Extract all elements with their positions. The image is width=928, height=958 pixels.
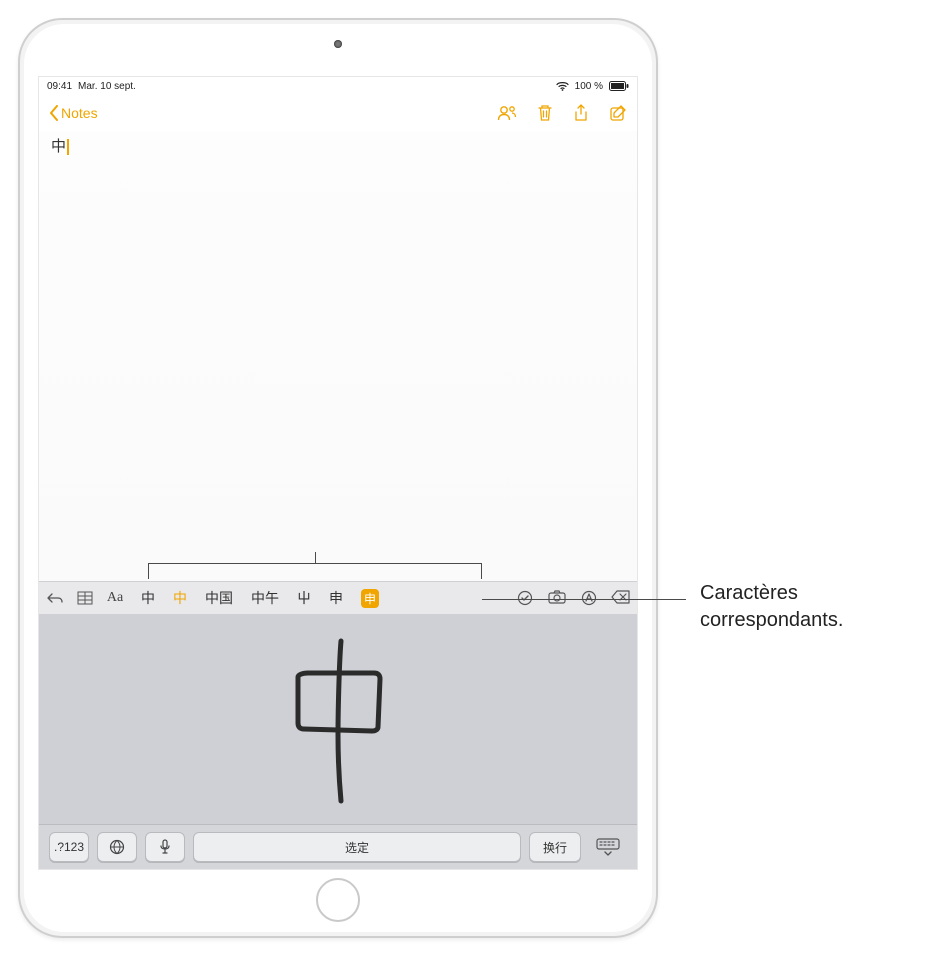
keyboard-bottom-row: .?123 选定 换行 xyxy=(39,825,637,869)
backspace-icon[interactable] xyxy=(611,590,631,606)
back-label: Notes xyxy=(61,105,98,121)
candidate-1[interactable]: 中 xyxy=(141,588,155,608)
text-cursor xyxy=(67,139,69,155)
globe-icon xyxy=(109,839,125,855)
callout-bracket-stem xyxy=(315,552,316,564)
candidate-6[interactable]: 申 xyxy=(329,588,343,608)
spacebar-select-button[interactable]: 选定 xyxy=(193,832,521,862)
wifi-icon xyxy=(556,81,569,91)
candidate-3[interactable]: 中国 xyxy=(205,588,233,608)
undo-icon[interactable] xyxy=(45,591,65,605)
ipad-frame: 09:41 Mar. 10 sept. 100 % Notes xyxy=(18,18,658,938)
status-right: 100 % xyxy=(556,81,629,92)
note-typed-character: 中 xyxy=(51,135,66,156)
candidate-5[interactable]: 屮 xyxy=(297,588,311,608)
compose-icon[interactable] xyxy=(609,104,627,122)
front-camera xyxy=(334,40,342,48)
keyboard-dismiss-icon xyxy=(596,838,620,856)
battery-icon xyxy=(609,81,629,91)
dismiss-keyboard-button[interactable] xyxy=(589,832,627,862)
callout-line2: correspondants. xyxy=(700,609,843,631)
home-button[interactable] xyxy=(316,878,360,922)
handwriting-touchpad[interactable] xyxy=(39,615,637,825)
microphone-icon xyxy=(159,839,171,855)
format-icon[interactable]: Aa xyxy=(105,590,125,606)
candidate-4[interactable]: 中午 xyxy=(251,588,279,608)
handwritten-stroke xyxy=(278,635,398,805)
mode-switch-button[interactable]: .?123 xyxy=(49,832,89,862)
candidate-bar: Aa 中 中 中国 中午 屮 申 申 xyxy=(39,581,637,615)
share-icon[interactable] xyxy=(573,104,589,122)
status-date: Mar. 10 sept. xyxy=(78,81,136,92)
callout-line1: Caractères xyxy=(700,582,798,604)
nav-bar: Notes xyxy=(39,95,637,131)
back-button[interactable]: Notes xyxy=(49,105,98,121)
return-button[interactable]: 换行 xyxy=(529,832,581,862)
dictation-button[interactable] xyxy=(145,832,185,862)
table-icon[interactable] xyxy=(75,591,95,605)
candidate-7-badge[interactable]: 申 xyxy=(361,589,379,608)
note-content-area[interactable]: 中 xyxy=(39,131,637,581)
globe-button[interactable] xyxy=(97,832,137,862)
markup-circle-icon[interactable] xyxy=(579,590,599,606)
callout-label: Caractères correspondants. xyxy=(700,580,843,634)
checkmark-circle-icon[interactable] xyxy=(515,590,535,606)
camera-icon[interactable] xyxy=(547,590,567,606)
nav-icons xyxy=(497,104,627,122)
status-left: 09:41 Mar. 10 sept. xyxy=(47,81,136,92)
status-battery-text: 100 % xyxy=(575,81,603,92)
status-time: 09:41 xyxy=(47,81,72,92)
candidate-2[interactable]: 中 xyxy=(173,588,187,608)
trash-icon[interactable] xyxy=(537,104,553,122)
screen: 09:41 Mar. 10 sept. 100 % Notes xyxy=(38,76,638,870)
chevron-left-icon xyxy=(49,105,59,121)
status-bar: 09:41 Mar. 10 sept. 100 % xyxy=(39,77,637,95)
callout-bracket xyxy=(148,563,482,579)
candidate-right-tools xyxy=(515,590,631,606)
callout-leader-line xyxy=(482,599,686,600)
people-icon[interactable] xyxy=(497,104,517,122)
candidate-list: 中 中 中国 中午 屮 申 申 xyxy=(135,588,505,608)
